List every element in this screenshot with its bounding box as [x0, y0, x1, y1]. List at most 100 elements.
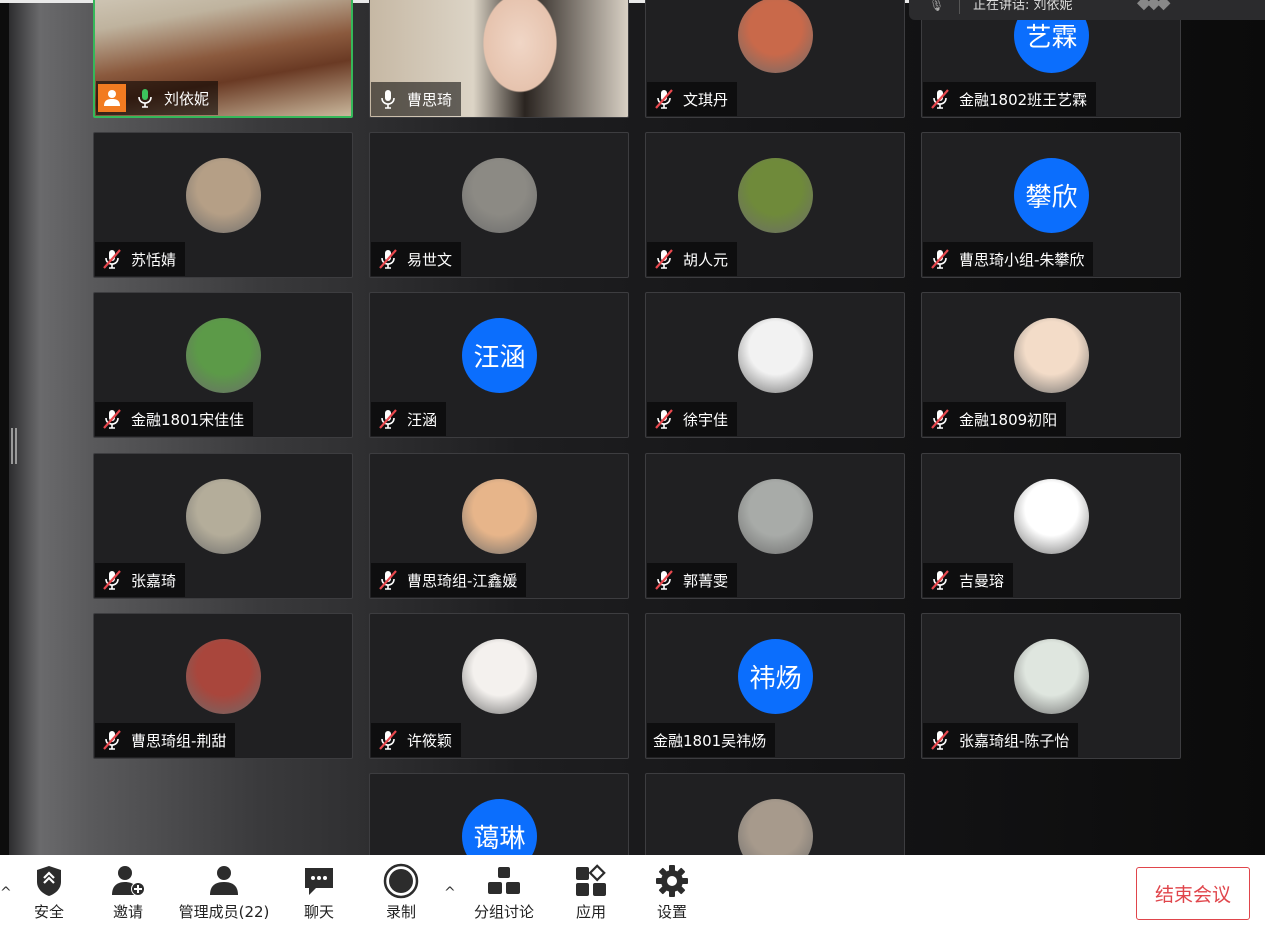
video-grid-area: 刘依妮 曹思琦 文琪丹 艺霖 金融1802班王艺霖 苏恬婧 易世文 胡人元 攀欣 曹思琦小组-朱攀…: [0, 0, 1265, 855]
participant-avatar: [1014, 639, 1089, 714]
participant-tile[interactable]: [645, 773, 905, 855]
left-edge: [0, 0, 9, 855]
participant-tile[interactable]: 曹思琦组-荆甜: [93, 613, 353, 759]
participant-nameplate: 郭菁雯: [647, 563, 738, 597]
chat-button[interactable]: 聊天: [295, 863, 343, 922]
participant-tile[interactable]: 文琪丹: [645, 0, 905, 118]
participant-name: 张嘉琦: [131, 571, 177, 590]
participant-nameplate: 曹思琦组-荆甜: [95, 723, 236, 757]
participant-tile[interactable]: 金融1801宋佳佳: [93, 292, 353, 438]
participant-avatar: [738, 318, 813, 393]
mic-muted-icon: [653, 248, 675, 270]
participant-name: 苏恬婧: [131, 250, 177, 269]
manage-participants-label: 管理成员(22): [178, 903, 270, 921]
mic-muted-icon: [377, 408, 399, 430]
security-label: 安全: [33, 903, 64, 921]
participant-tile[interactable]: 张嘉琦: [93, 453, 353, 599]
participant-name: 刘依妮: [164, 89, 210, 108]
participant-nameplate: 曹思琦: [371, 82, 462, 116]
participant-name: 吉曼瑢: [959, 571, 1005, 590]
participant-tile[interactable]: 徐宇佳: [645, 292, 905, 438]
host-icon: [98, 84, 126, 112]
participant-avatar: [1014, 479, 1089, 554]
breakout-rooms-button[interactable]: 分组讨论: [467, 863, 541, 922]
participant-tile[interactable]: 曹思琦组-江鑫媛: [369, 453, 629, 599]
breakout-icon: [467, 863, 541, 899]
participant-avatar: [738, 479, 813, 554]
participant-nameplate: 金融1802班王艺霖: [923, 82, 1097, 116]
security-caret-icon[interactable]: ^: [0, 885, 12, 901]
participant-tile[interactable]: 蔼琳: [369, 773, 629, 855]
breakout-rooms-label: 分组讨论: [473, 903, 534, 921]
participant-nameplate: 徐宇佳: [647, 402, 738, 436]
record-button[interactable]: 录制: [377, 863, 425, 922]
participant-name: 曹思琦组-荆甜: [131, 731, 227, 750]
participant-nameplate: 金融1809初阳: [923, 402, 1067, 436]
participant-tile[interactable]: 金融1809初阳: [921, 292, 1181, 438]
participant-avatar: [738, 799, 813, 855]
end-meeting-button[interactable]: 结束会议: [1136, 867, 1250, 920]
mic-muted-icon: [101, 569, 123, 591]
active-speaker-text: 正在讲话: 刘依妮: [973, 0, 1073, 13]
participants-icon: [172, 863, 276, 899]
participant-name: 曹思琦小组-朱攀欣: [959, 250, 1085, 269]
invite-button[interactable]: 邀请: [104, 863, 152, 922]
participant-tile[interactable]: 祎炀金融1801吴祎炀: [645, 613, 905, 759]
apps-button[interactable]: 应用: [567, 863, 615, 922]
security-button[interactable]: 安全: [25, 863, 73, 922]
participant-tile[interactable]: 苏恬婧: [93, 132, 353, 278]
meeting-toolbar: ^ 安全 邀请 管理成员(22) 聊天 录制 ^ 分组讨论 应用 设置 结束会议: [0, 855, 1265, 934]
participant-tile[interactable]: 曹思琦: [369, 0, 629, 118]
participant-nameplate: 汪涵: [371, 402, 447, 436]
participant-tile[interactable]: 汪涵 汪涵: [369, 292, 629, 438]
mic-muted-icon: [929, 408, 951, 430]
participant-tile[interactable]: 刘依妮: [93, 0, 353, 118]
participant-tile[interactable]: 许筱颖: [369, 613, 629, 759]
apps-label: 应用: [575, 903, 606, 921]
mic-muted-icon: [929, 569, 951, 591]
participant-name: 曹思琦: [407, 90, 453, 109]
participant-tile[interactable]: 易世文: [369, 132, 629, 278]
settings-button[interactable]: 设置: [648, 863, 696, 922]
participant-tile[interactable]: 张嘉琦组-陈子怡: [921, 613, 1181, 759]
participant-nameplate: 曹思琦小组-朱攀欣: [923, 242, 1094, 276]
participant-tile[interactable]: 吉曼瑢: [921, 453, 1181, 599]
participant-avatar: [1014, 318, 1089, 393]
participant-tile[interactable]: 胡人元: [645, 132, 905, 278]
mic-muted-icon: [377, 248, 399, 270]
participant-avatar: [186, 158, 261, 233]
mic-muted-icon: [377, 729, 399, 751]
mic-muted-icon: [653, 88, 675, 110]
apps-icon: [567, 863, 615, 899]
participant-nameplate: 吉曼瑢: [923, 563, 1014, 597]
manage-participants-button[interactable]: 管理成员(22): [172, 863, 276, 922]
participant-name: 金融1801宋佳佳: [131, 410, 245, 429]
record-caret-icon[interactable]: ^: [444, 885, 456, 901]
participant-name: 金融1801吴祎炀: [653, 731, 767, 750]
participant-avatar: 祎炀: [738, 639, 813, 714]
participant-avatar: 攀欣: [1014, 158, 1089, 233]
participant-name: 郭菁雯: [683, 571, 729, 590]
participant-name: 许筱颖: [407, 731, 453, 750]
settings-label: 设置: [656, 903, 687, 921]
participant-nameplate: 苏恬婧: [95, 242, 186, 276]
participant-name: 金融1802班王艺霖: [959, 90, 1088, 109]
panel-drag-handle[interactable]: [11, 428, 17, 464]
participant-nameplate: 金融1801宋佳佳: [95, 402, 254, 436]
gear-icon: [648, 863, 696, 899]
participant-avatar: [186, 639, 261, 714]
participant-avatar: [186, 479, 261, 554]
chat-label: 聊天: [303, 903, 334, 921]
participant-name: 易世文: [407, 250, 453, 269]
mic-muted-icon: [101, 408, 123, 430]
participant-name: 胡人元: [683, 250, 729, 269]
mic-muted-icon: [929, 729, 951, 751]
participant-nameplate: 金融1801吴祎炀: [647, 723, 776, 757]
participant-tile[interactable]: 攀欣曹思琦小组-朱攀欣: [921, 132, 1181, 278]
participant-name: 金融1809初阳: [959, 410, 1058, 429]
participant-nameplate: 许筱颖: [371, 723, 462, 757]
mic-muted-icon: [101, 729, 123, 751]
participant-name: 文琪丹: [683, 90, 729, 109]
participant-tile[interactable]: 郭菁雯: [645, 453, 905, 599]
participant-nameplate: 文琪丹: [647, 82, 738, 116]
